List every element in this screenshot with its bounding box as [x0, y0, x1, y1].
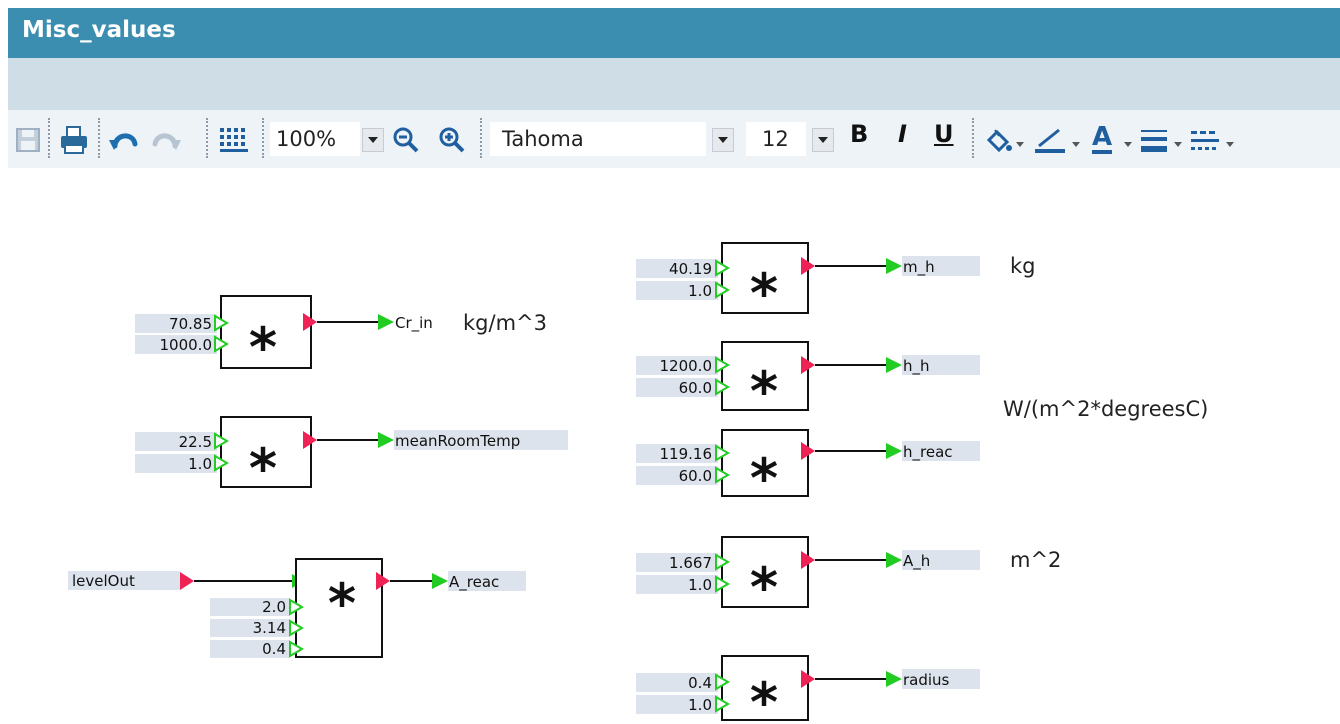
unit-annotation: W/(m^2*degreesC) — [1003, 397, 1208, 421]
output-signal-name: meanRoomTemp — [395, 432, 520, 450]
input-value: 60.0 — [679, 379, 712, 397]
signal-output-port[interactable] — [180, 572, 194, 590]
output-signal-name: Cr_in — [395, 314, 433, 333]
multiply-block-radius[interactable]: 0.4 1.0 * radius — [636, 655, 980, 724]
unit-annotation: kg/m^3 — [463, 311, 547, 335]
diagram-canvas: .vbox { fill:#dde3ec; } .vtxt { font-siz… — [68, 242, 1208, 724]
input-value: 1.0 — [688, 282, 712, 300]
operator-symbol: * — [750, 671, 778, 724]
input-value: 2.0 — [262, 598, 286, 616]
output-arrow — [886, 443, 902, 459]
operator-symbol: * — [750, 262, 778, 325]
operator-symbol: * — [328, 572, 356, 635]
input-value: 3.14 — [253, 619, 286, 637]
input-value: 1200.0 — [660, 357, 713, 375]
multiply-block-h-reac[interactable]: 119.16 60.0 * h_reac — [636, 429, 980, 510]
operator-symbol: * — [249, 316, 277, 379]
input-value: 0.4 — [688, 674, 712, 692]
input-value: 22.5 — [179, 433, 212, 451]
input-value: 1000.0 — [160, 336, 213, 354]
operator-symbol: * — [750, 556, 778, 619]
output-arrow — [378, 432, 394, 448]
input-value: 40.19 — [669, 260, 712, 278]
output-signal-name: A_reac — [449, 573, 499, 592]
input-value: 1.0 — [188, 455, 212, 473]
signal-input-name: levelOut — [72, 572, 135, 590]
input-value: 119.16 — [660, 445, 713, 463]
output-signal-name: A_h — [903, 552, 930, 571]
output-arrow — [432, 573, 448, 589]
multiply-block-mean-room-temp[interactable]: 22.5 1.0 * meanRoomTemp — [135, 416, 568, 500]
operator-symbol: * — [750, 447, 778, 510]
output-signal-name: m_h — [903, 258, 935, 277]
output-signal-name: h_h — [903, 357, 930, 376]
input-value: 0.4 — [262, 640, 286, 658]
operator-symbol: * — [249, 437, 277, 500]
unit-annotation: kg — [1010, 254, 1036, 278]
output-arrow — [886, 671, 902, 687]
multiply-block-h-h[interactable]: 1200.0 60.0 * h_h — [636, 341, 980, 423]
output-signal-name: radius — [903, 671, 950, 689]
output-arrow — [886, 258, 902, 274]
output-signal-name: h_reac — [903, 443, 953, 462]
output-arrow — [378, 314, 394, 330]
input-value: 70.85 — [169, 315, 212, 333]
multiply-block-cr-in[interactable]: 70.85 1000.0 * Cr_in — [135, 295, 433, 379]
input-value: 1.0 — [688, 576, 712, 594]
output-arrow — [886, 357, 902, 373]
multiply-block-m-h[interactable]: 40.19 1.0 * m_h — [636, 242, 980, 325]
multiply-block-a-h[interactable]: 1.667 1.0 * A_h — [636, 536, 980, 619]
unit-annotation: m^2 — [1010, 548, 1061, 572]
output-arrow — [886, 552, 902, 568]
input-value: 1.667 — [669, 554, 712, 572]
operator-symbol: * — [750, 360, 778, 423]
input-value: 1.0 — [688, 696, 712, 714]
input-value: 60.0 — [679, 467, 712, 485]
multiply-block-a-reac[interactable]: levelOut 2.0 3.14 0.4 * A_reac — [68, 558, 526, 658]
